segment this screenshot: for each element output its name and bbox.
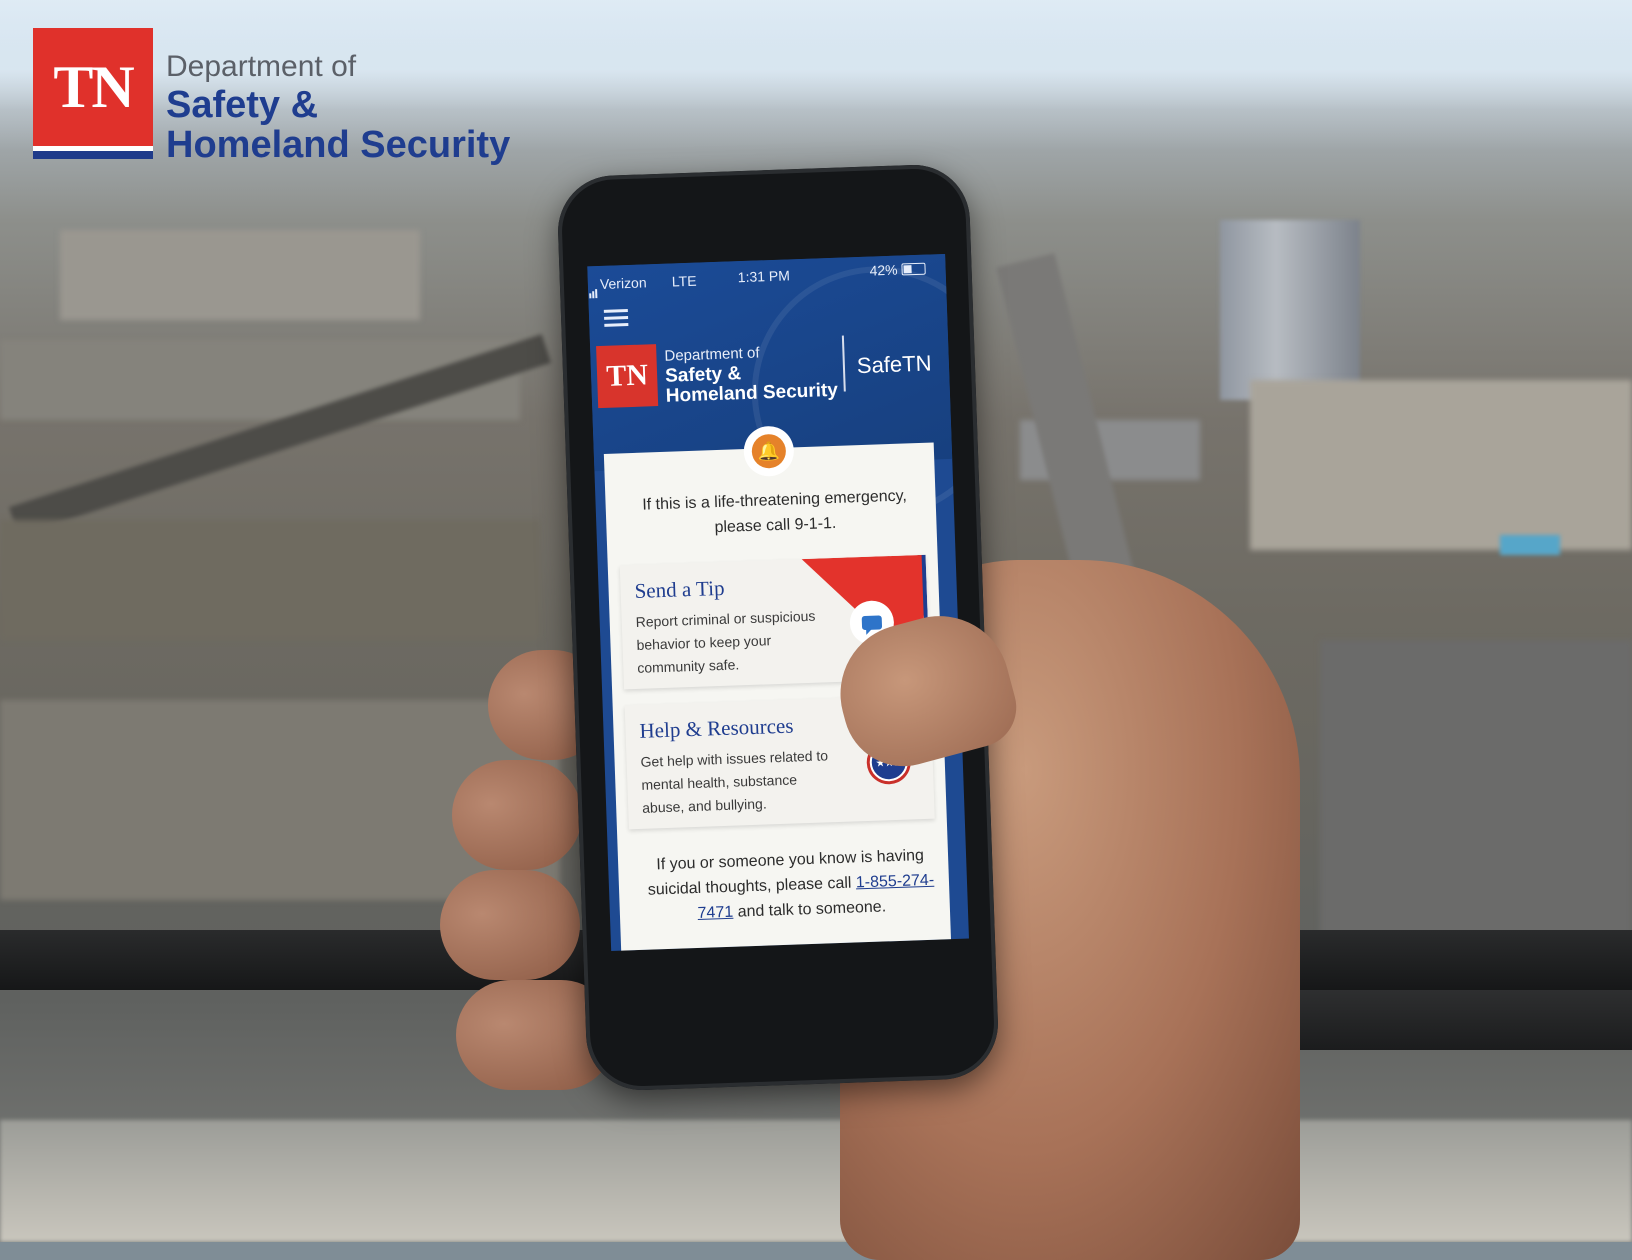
help-resources-description: Get help with issues related to mental h… [640,747,829,816]
brand-line-2: Safety & [166,84,319,126]
building-cluster [60,230,420,320]
send-tip-title: Send a Tip [634,575,725,603]
finger [452,760,582,870]
signal-icon [587,288,598,299]
phone-screen: Verizon LTE 1:31 PM 42% TN Department of… [587,253,969,952]
help-resources-title: Help & Resources [639,713,794,743]
hamburger-menu-icon[interactable] [603,309,629,328]
finger [440,870,580,980]
hotline-text-after: and talk to someone. [737,898,887,921]
badge-stripe-blue [33,151,153,159]
app-tn-badge-text: TN [605,358,649,393]
status-time: 1:31 PM [737,267,791,286]
suicide-hotline-note: If you or someone you know is having sui… [630,842,952,928]
carrier-name: Verizon [587,274,647,299]
chat-bubble-icon [861,615,883,631]
tower-building [1220,220,1360,400]
battery-percent: 42% [869,261,898,279]
balcony-railing-right [1300,990,1632,1050]
app-name: SafeTN [856,350,932,379]
rail-yard [0,520,540,640]
parking-lot [1320,640,1632,940]
brand-line-1: Department of [166,50,357,83]
app-tn-badge: TN [596,344,659,409]
rooftop-pool [1500,535,1560,555]
brand-line-3: Homeland Security [166,124,511,166]
tn-badge-text: TN [53,53,134,120]
carrier-label: Verizon [599,274,647,293]
network-type: LTE [671,272,697,290]
app-brand-line-1: Department of [664,344,760,365]
bell-icon: 🔔 [751,433,787,469]
send-tip-description: Report criminal or suspicious behavior t… [635,607,816,676]
balcony-ledge [0,1120,1632,1242]
apartment-complex [1250,380,1632,550]
tn-badge: TN [33,28,153,146]
battery-icon [901,262,926,276]
